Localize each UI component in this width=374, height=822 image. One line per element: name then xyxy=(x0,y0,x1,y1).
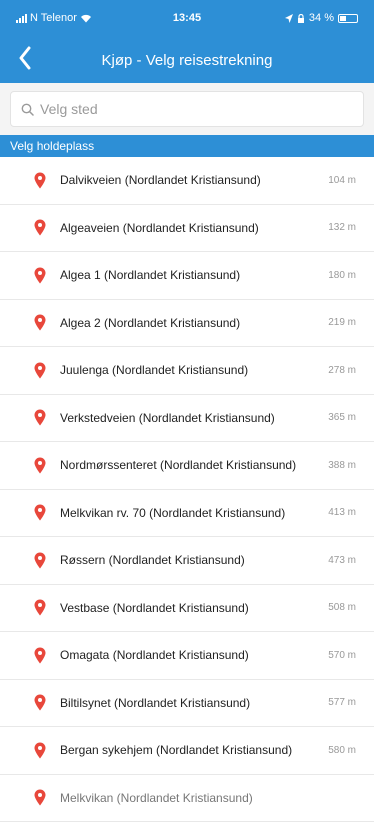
search-icon xyxy=(21,103,34,116)
stop-name: Algea 1 (Nordlandet Kristiansund) xyxy=(60,268,314,282)
stop-distance: 508 m xyxy=(314,602,374,613)
list-item[interactable]: Melkvikan rv. 70 (Nordlandet Kristiansun… xyxy=(0,490,374,538)
stop-distance: 570 m xyxy=(314,650,374,661)
map-pin-icon xyxy=(30,172,50,189)
stop-distance: 580 m xyxy=(314,745,374,756)
map-pin-icon xyxy=(30,362,50,379)
map-pin-icon xyxy=(30,742,50,759)
list-item[interactable]: Verkstedveien (Nordlandet Kristiansund)3… xyxy=(0,395,374,443)
stop-name: Verkstedveien (Nordlandet Kristiansund) xyxy=(60,411,314,425)
search-bar xyxy=(0,83,374,135)
stop-distance: 180 m xyxy=(314,270,374,281)
list-item[interactable]: Vestbase (Nordlandet Kristiansund)508 m xyxy=(0,585,374,633)
stop-list: Dalvikveien (Nordlandet Kristiansund)104… xyxy=(0,157,374,822)
stop-name: Melkvikan (Nordlandet Kristiansund) xyxy=(60,791,314,805)
status-right: 34 % xyxy=(285,12,358,24)
location-arrow-icon xyxy=(285,14,293,23)
map-pin-icon xyxy=(30,647,50,664)
list-item[interactable]: Algea 1 (Nordlandet Kristiansund)180 m xyxy=(0,252,374,300)
lock-rotation-icon xyxy=(297,14,305,23)
list-item[interactable]: Bergan sykehjem (Nordlandet Kristiansund… xyxy=(0,727,374,775)
search-field[interactable] xyxy=(10,91,364,127)
stop-distance: 388 m xyxy=(314,460,374,471)
map-pin-icon xyxy=(30,457,50,474)
list-item[interactable]: Melkvikan (Nordlandet Kristiansund) xyxy=(0,775,374,822)
map-pin-icon xyxy=(30,552,50,569)
list-item[interactable]: Omagata (Nordlandet Kristiansund)570 m xyxy=(0,632,374,680)
stop-distance: 413 m xyxy=(314,507,374,518)
map-pin-icon xyxy=(30,504,50,521)
stop-name: Bergan sykehjem (Nordlandet Kristiansund… xyxy=(60,743,314,757)
list-item[interactable]: Algea 2 (Nordlandet Kristiansund)219 m xyxy=(0,300,374,348)
map-pin-icon xyxy=(30,409,50,426)
stop-name: Røssern (Nordlandet Kristiansund) xyxy=(60,553,314,567)
stop-name: Dalvikveien (Nordlandet Kristiansund) xyxy=(60,173,314,187)
battery-percent: 34 % xyxy=(309,12,334,24)
list-item[interactable]: Algeaveien (Nordlandet Kristiansund)132 … xyxy=(0,205,374,253)
list-item[interactable]: Nordmørssenteret (Nordlandet Kristiansun… xyxy=(0,442,374,490)
map-pin-icon xyxy=(30,789,50,806)
list-item[interactable]: Juulenga (Nordlandet Kristiansund)278 m xyxy=(0,347,374,395)
page-title: Kjøp - Velg reisestrekning xyxy=(0,52,374,69)
stop-name: Algeaveien (Nordlandet Kristiansund) xyxy=(60,221,314,235)
list-item[interactable]: Røssern (Nordlandet Kristiansund)473 m xyxy=(0,537,374,585)
stop-name: Nordmørssenteret (Nordlandet Kristiansun… xyxy=(60,458,314,472)
stop-distance: 278 m xyxy=(314,365,374,376)
map-pin-icon xyxy=(30,267,50,284)
stop-distance: 473 m xyxy=(314,555,374,566)
stop-distance: 104 m xyxy=(314,175,374,186)
map-pin-icon xyxy=(30,219,50,236)
stop-name: Vestbase (Nordlandet Kristiansund) xyxy=(60,601,314,615)
stop-distance: 365 m xyxy=(314,412,374,423)
stop-name: Juulenga (Nordlandet Kristiansund) xyxy=(60,363,314,377)
section-header: Velg holdeplass xyxy=(0,135,374,157)
stop-name: Omagata (Nordlandet Kristiansund) xyxy=(60,648,314,662)
search-input[interactable] xyxy=(40,101,340,117)
list-item[interactable]: Biltilsynet (Nordlandet Kristiansund)577… xyxy=(0,680,374,728)
stop-name: Melkvikan rv. 70 (Nordlandet Kristiansun… xyxy=(60,506,314,520)
stop-name: Algea 2 (Nordlandet Kristiansund) xyxy=(60,316,314,330)
nav-bar: Kjøp - Velg reisestrekning xyxy=(0,40,374,83)
list-item[interactable]: Dalvikveien (Nordlandet Kristiansund)104… xyxy=(0,157,374,205)
map-pin-icon xyxy=(30,694,50,711)
status-bar: N Telenor 13:45 34 % xyxy=(0,0,374,40)
header: N Telenor 13:45 34 % Kjøp - Velg reisest… xyxy=(0,0,374,83)
map-pin-icon xyxy=(30,314,50,331)
stop-distance: 577 m xyxy=(314,697,374,708)
stop-distance: 132 m xyxy=(314,222,374,233)
battery-icon xyxy=(338,14,358,23)
stop-name: Biltilsynet (Nordlandet Kristiansund) xyxy=(60,696,314,710)
map-pin-icon xyxy=(30,599,50,616)
stop-distance: 219 m xyxy=(314,317,374,328)
